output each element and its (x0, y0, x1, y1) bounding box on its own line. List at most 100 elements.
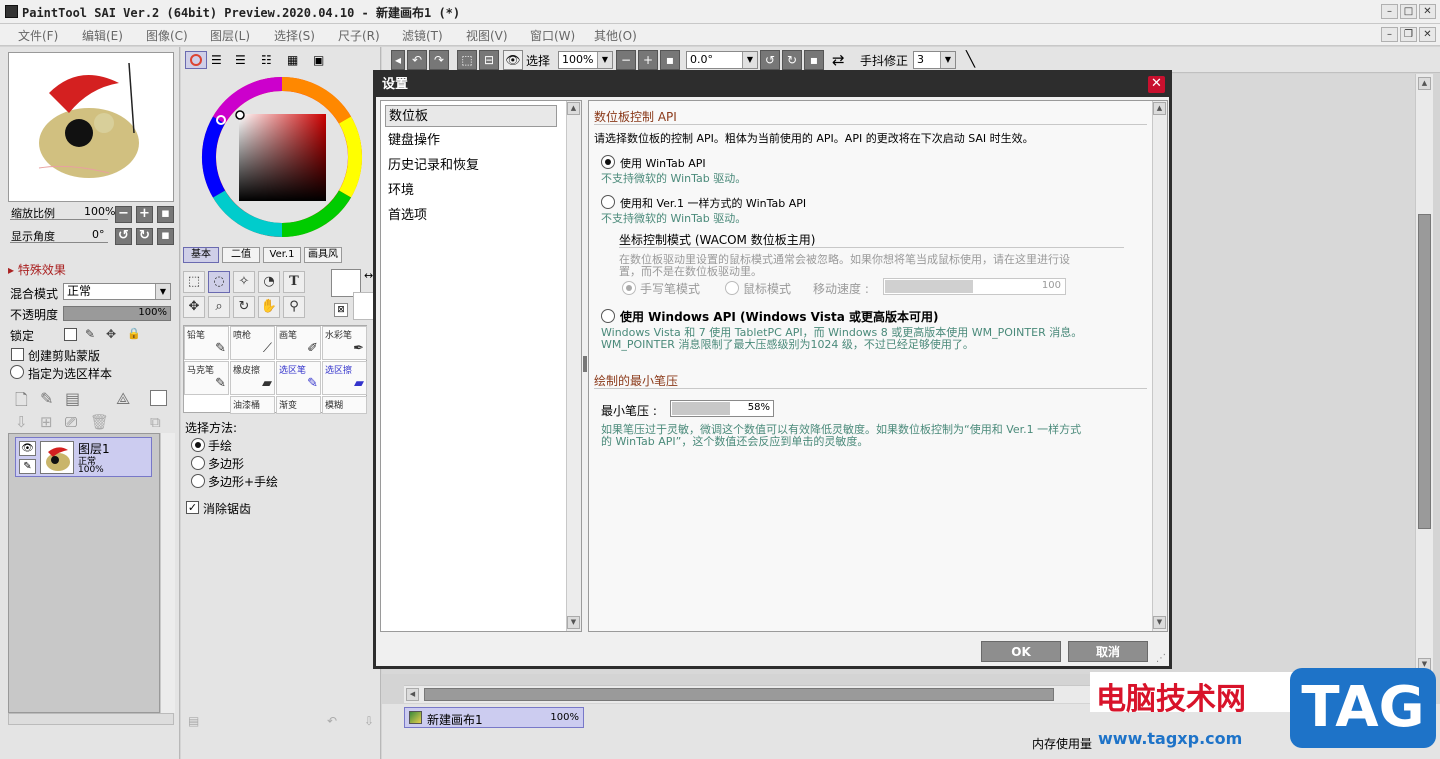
show-selection-toggle[interactable]: 👁 (503, 50, 523, 70)
swap-colors-icon[interactable]: ↔ (364, 269, 373, 282)
straight-line-icon[interactable]: ╲ (966, 50, 975, 68)
antialias-checkbox[interactable]: ✓ (186, 501, 199, 514)
navigator-preview[interactable] (8, 52, 174, 202)
wintab-ver1-radio[interactable] (601, 195, 615, 209)
magic-wand-icon[interactable]: ✧ (233, 271, 255, 293)
rotate-right-button[interactable]: ↻ (136, 228, 153, 245)
clipping-mask-checkbox[interactable] (11, 348, 24, 361)
redo-button[interactable]: ↷ (429, 50, 449, 70)
chevron-left-icon[interactable]: ◀ (406, 688, 419, 701)
min-pressure-slider[interactable]: 58% (670, 400, 774, 417)
lock-paint-icon[interactable]: ✎ (85, 327, 95, 341)
splitter-handle[interactable] (583, 356, 587, 372)
doc-close-button[interactable]: ✕ (1419, 27, 1436, 42)
toolbar-zoom-out-button[interactable]: − (616, 50, 636, 70)
vertical-scroll-thumb[interactable] (1418, 214, 1431, 529)
category-keyboard[interactable]: 键盘操作 (385, 130, 557, 152)
menu-window[interactable]: 窗口(W) (530, 27, 575, 44)
selection-source-radio[interactable] (10, 365, 24, 379)
layer-mask-icon[interactable] (150, 390, 167, 406)
zoom-in-button[interactable]: + (136, 206, 153, 223)
rotate-icon[interactable]: ↻ (233, 296, 255, 318)
copy-layer-icon[interactable]: ⊞ (40, 413, 53, 431)
hsv-slider-tab-icon[interactable]: ☰ (235, 53, 246, 67)
rotate-left-button[interactable]: ↺ (115, 228, 132, 245)
chevron-down-icon[interactable]: ▼ (1153, 616, 1166, 629)
freehand-radio[interactable] (191, 438, 205, 452)
lock-move-icon[interactable]: ✥ (106, 327, 116, 341)
canvas-vertical-scrollbar[interactable]: ▲ ▼ (1415, 74, 1433, 674)
mask-icon[interactable]: ⟁ (116, 389, 130, 409)
rgb-slider-tab-icon[interactable]: ☰ (211, 53, 222, 67)
eyedropper-icon[interactable]: ⚲ (283, 296, 305, 318)
panel-save-icon[interactable]: ⇩ (364, 714, 374, 728)
brush-blur[interactable]: 模糊 (322, 396, 367, 414)
lasso-icon[interactable]: ◌ (208, 271, 230, 293)
zoom-slider[interactable] (10, 219, 108, 220)
brush-selection-pen[interactable]: 选区笔 ✎ (276, 361, 321, 395)
opacity-slider[interactable]: 100% (63, 306, 171, 321)
brush-marker[interactable]: 马克笔 ✎ (184, 361, 229, 395)
mixer-tab-icon[interactable]: ☷ (261, 53, 272, 67)
horizontal-scroll-thumb[interactable] (424, 688, 1054, 701)
layer-list-scrollbar[interactable] (160, 433, 175, 713)
brush-brush[interactable]: 画笔 ✐ (276, 326, 321, 360)
hand-icon[interactable]: ✋ (258, 296, 280, 318)
deselect-button[interactable]: ⬚ (457, 50, 477, 70)
cancel-button[interactable]: 取消 (1068, 641, 1148, 662)
rect-select-icon[interactable]: ⬚ (183, 271, 205, 293)
category-list-scrollbar[interactable]: ▲ ▼ (566, 101, 581, 631)
brush-airbrush[interactable]: 喷枪 ⟋ (230, 326, 275, 360)
layer-row[interactable]: 👁 ✎ 图层1 正常 100% (15, 437, 152, 477)
panel-doc-icon[interactable]: ▤ (188, 714, 199, 728)
tab-paint-tool[interactable]: 画具风 (304, 247, 342, 263)
angle-slider[interactable] (10, 242, 108, 243)
delete-layer-icon[interactable]: 🗑 (90, 413, 109, 431)
move-speed-slider[interactable]: 100 (883, 278, 1066, 295)
color-wheel[interactable] (199, 74, 365, 240)
chevron-down-icon[interactable]: ▼ (567, 616, 580, 629)
windows-api-radio[interactable] (601, 309, 615, 323)
brush-eraser[interactable]: 橡皮擦 ▰ (230, 361, 275, 395)
pen-mode-radio[interactable] (622, 281, 636, 295)
canvas-tab[interactable]: 新建画布1 100% (404, 707, 584, 728)
brush-paint-bucket[interactable]: 油漆桶 (230, 396, 275, 414)
menu-layer[interactable]: 图层(L) (210, 27, 250, 44)
doc-restore-button[interactable]: ❐ (1400, 27, 1417, 42)
brush-selection-eraser[interactable]: 选区擦 ▰ (322, 361, 367, 395)
zoom-reset-button[interactable]: ▪ (157, 206, 174, 223)
menu-other[interactable]: 其他(O) (594, 27, 637, 44)
chevron-up-icon[interactable]: ▲ (1153, 102, 1166, 115)
tab-ver1[interactable]: Ver.1 (263, 247, 301, 263)
brush-gradient[interactable]: 渐变 (276, 396, 321, 414)
maximize-button[interactable]: □ (1400, 4, 1417, 19)
new-vector-layer-icon[interactable]: ✎ (40, 389, 53, 408)
clear-layer-icon[interactable]: ⎚ (65, 413, 77, 431)
menu-view[interactable]: 视图(V) (466, 27, 508, 44)
flip-horizontal-icon[interactable]: ⇄ (832, 51, 845, 69)
settings-content-scrollbar[interactable]: ▲ ▼ (1152, 101, 1167, 631)
zoom-select[interactable]: 100% ▼ (558, 51, 613, 69)
new-folder-icon[interactable]: ▤ (65, 389, 80, 408)
panel-undo-icon[interactable]: ↶ (327, 714, 337, 728)
toolbar-zoom-reset-button[interactable]: ▪ (660, 50, 680, 70)
scratchpad-tab-icon[interactable]: ▣ (313, 53, 324, 67)
brush-watercolor[interactable]: 水彩笔 ✒ (322, 326, 367, 360)
special-effects-section[interactable]: ▸ 特殊效果 (8, 261, 66, 278)
toolbar-rotate-right-button[interactable]: ↻ (782, 50, 802, 70)
category-tablet[interactable]: 数位板 (385, 105, 557, 127)
transparent-color-icon[interactable]: ⊠ (334, 303, 348, 317)
dialog-close-button[interactable]: ✕ (1148, 76, 1165, 93)
minimize-button[interactable]: – (1381, 4, 1398, 19)
secondary-color-swatch[interactable] (353, 292, 375, 320)
category-preferences[interactable]: 首选项 (385, 205, 557, 227)
shape-icon[interactable]: ◔ (258, 271, 280, 293)
text-icon[interactable]: T (283, 271, 305, 293)
blend-mode-select[interactable]: 正常 ▼ (63, 283, 171, 300)
angle-select[interactable]: 0.0° ▼ (686, 51, 758, 69)
category-history[interactable]: 历史记录和恢复 (385, 155, 557, 177)
invert-selection-button[interactable]: ⊟ (479, 50, 499, 70)
menu-select[interactable]: 选择(S) (274, 27, 315, 44)
stabilizer-select[interactable]: 3 ▼ (913, 51, 956, 69)
toolbar-rotate-reset-button[interactable]: ▪ (804, 50, 824, 70)
